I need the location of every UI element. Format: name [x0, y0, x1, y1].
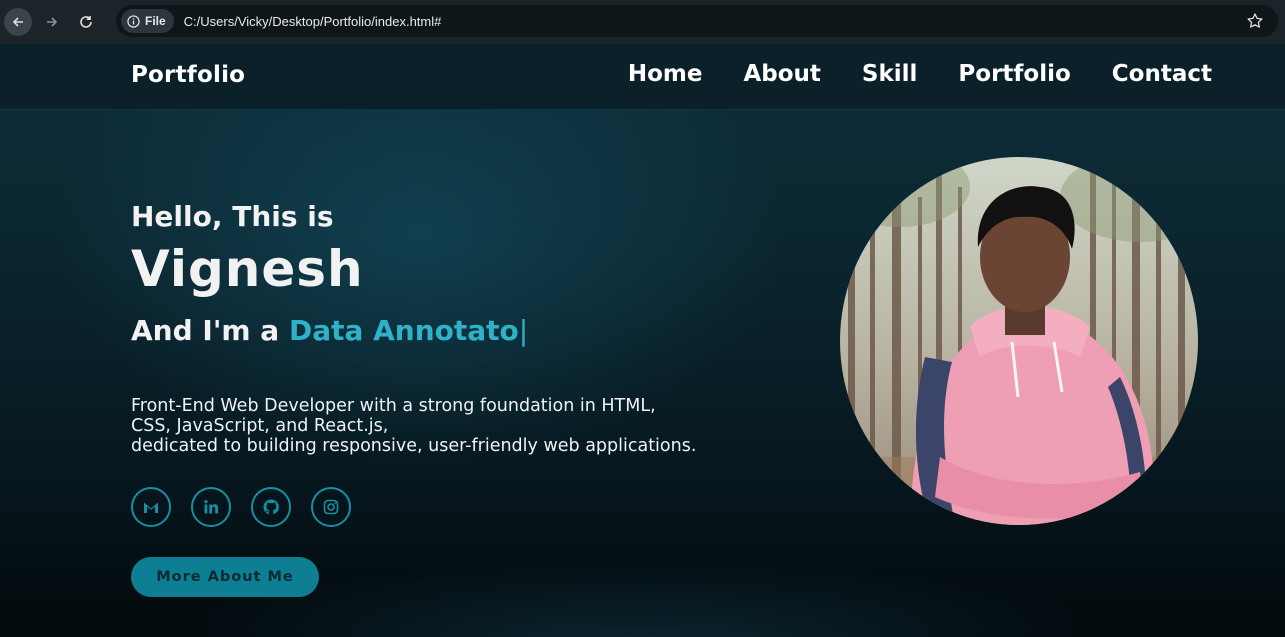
- file-label: File: [145, 14, 166, 28]
- arrow-right-icon: [47, 17, 58, 27]
- typing-caret: |: [518, 314, 529, 347]
- gmail-icon: [144, 502, 158, 513]
- info-icon: [127, 14, 140, 28]
- nav-portfolio[interactable]: Portfolio: [958, 61, 1070, 87]
- site-info-chip[interactable]: File: [121, 9, 174, 33]
- github-icon: [263, 499, 279, 515]
- description-line: CSS, JavaScript, and React.js,: [131, 416, 389, 436]
- hero-description: Front-End Web Developer with a strong fo…: [131, 396, 731, 456]
- portfolio-page: Portfolio Home About Skill Portfolio Con…: [0, 44, 1285, 637]
- browser-toolbar: File C:/Users/Vicky/Desktop/Portfolio/in…: [0, 0, 1285, 44]
- site-header: Portfolio Home About Skill Portfolio Con…: [0, 44, 1285, 110]
- main-nav: Home About Skill Portfolio Contact: [628, 61, 1212, 87]
- hero-name: Vignesh: [131, 240, 364, 298]
- more-about-me-button[interactable]: More About Me: [131, 557, 319, 597]
- nav-about[interactable]: About: [743, 61, 820, 87]
- site-logo[interactable]: Portfolio: [131, 62, 245, 88]
- nav-skill[interactable]: Skill: [862, 61, 918, 87]
- github-link[interactable]: [251, 487, 291, 527]
- role-prefix: And I'm a: [131, 314, 289, 347]
- back-button[interactable]: [4, 8, 32, 36]
- gmail-link[interactable]: [131, 487, 171, 527]
- reload-button[interactable]: [72, 8, 100, 36]
- address-bar[interactable]: File C:/Users/Vicky/Desktop/Portfolio/in…: [116, 5, 1278, 37]
- profile-photo: [840, 157, 1198, 525]
- hero-greeting: Hello, This is: [131, 200, 334, 233]
- description-line: dedicated to building responsive, user-f…: [131, 436, 697, 456]
- instagram-icon: [323, 499, 339, 515]
- role-typed-text: Data Annotato: [288, 314, 519, 347]
- profile-portrait-image: [840, 157, 1198, 525]
- description-line: Front-End Web Developer with a strong fo…: [131, 396, 656, 416]
- forward-button[interactable]: [38, 8, 66, 36]
- url-text[interactable]: C:/Users/Vicky/Desktop/Portfolio/index.h…: [184, 14, 442, 29]
- linkedin-link[interactable]: [191, 487, 231, 527]
- social-links: [131, 487, 351, 527]
- reload-icon: [80, 16, 92, 28]
- nav-home[interactable]: Home: [628, 61, 703, 87]
- linkedin-icon: [204, 500, 218, 514]
- nav-contact[interactable]: Contact: [1112, 61, 1212, 87]
- arrow-left-icon: [12, 17, 23, 27]
- bookmark-star-icon[interactable]: [1246, 12, 1264, 30]
- hero-role: And I'm a Data Annotato|: [131, 314, 528, 347]
- instagram-link[interactable]: [311, 487, 351, 527]
